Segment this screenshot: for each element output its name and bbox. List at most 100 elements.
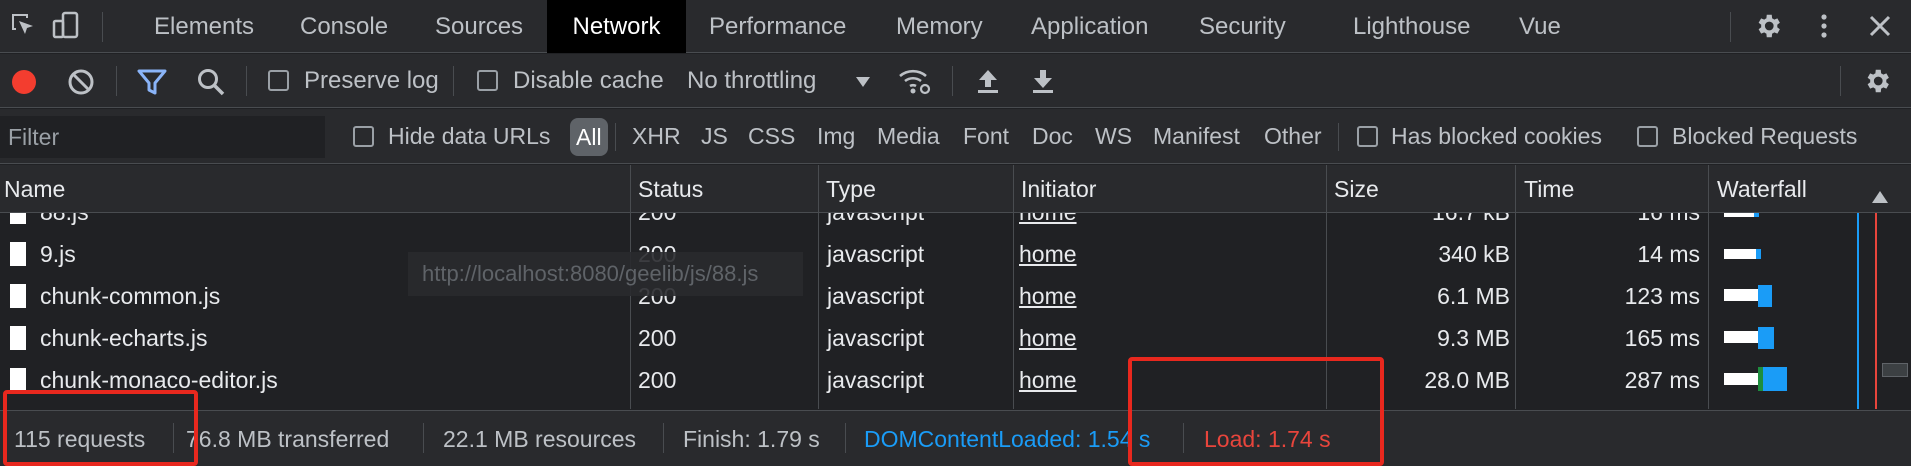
request-initiator[interactable]: home	[1019, 359, 1077, 401]
table-row[interactable]: 9.js 200 javascript home 340 kB 14 ms	[0, 233, 1880, 275]
filter-input[interactable]	[0, 116, 325, 158]
type-filter-font[interactable]: Font	[963, 109, 1009, 164]
inspect-element-icon[interactable]	[6, 8, 42, 44]
type-filter-xhr[interactable]: XHR	[632, 109, 681, 164]
column-divider	[1326, 165, 1327, 213]
column-header-time[interactable]: Time	[1520, 165, 1574, 213]
column-divider	[630, 165, 631, 213]
file-icon	[10, 242, 26, 266]
network-toolbar: Preserve log Disable cache No throttling	[0, 54, 1911, 108]
resources-size: 22.1 MB resources	[443, 426, 637, 452]
divider	[453, 66, 454, 96]
file-icon	[10, 326, 26, 350]
sort-ascending-icon[interactable]	[1872, 183, 1888, 209]
request-size: 340 kB	[1438, 241, 1510, 267]
type-filter-ws[interactable]: WS	[1095, 109, 1132, 164]
preserve-log-checkbox[interactable]	[268, 70, 289, 91]
table-row[interactable]: 88.js 200 javascript home 16.7 kB 16 ms	[0, 213, 1880, 233]
type-filter-media[interactable]: Media	[877, 109, 940, 164]
tab-console[interactable]: Console	[276, 0, 412, 53]
request-initiator[interactable]: home	[1019, 275, 1077, 317]
type-filter-other[interactable]: Other	[1264, 109, 1322, 164]
has-blocked-cookies-label: Has blocked cookies	[1391, 123, 1602, 149]
checkbox-box[interactable]	[477, 70, 498, 91]
tab-elements[interactable]: Elements	[130, 0, 278, 53]
table-row[interactable]: chunk-common.js 200 javascript home 6.1 …	[0, 275, 1880, 317]
waterfall-download-bar	[1763, 367, 1787, 391]
waterfall-download-bar	[1754, 213, 1759, 217]
url-tooltip: http://localhost:8080/geelib/js/88.js	[408, 252, 803, 296]
network-summary-bar: 115 requests 76.8 MB transferred 22.1 MB…	[0, 410, 1911, 466]
type-filter-img[interactable]: Img	[817, 109, 855, 164]
request-name[interactable]: chunk-echarts.js	[40, 317, 207, 359]
tab-sources[interactable]: Sources	[411, 0, 547, 53]
network-conditions-icon[interactable]	[897, 66, 933, 96]
settings-gear-icon[interactable]	[1750, 8, 1786, 44]
table-row[interactable]	[0, 401, 1880, 409]
request-type: javascript	[827, 241, 925, 267]
search-icon[interactable]	[196, 67, 226, 97]
chevron-down-icon[interactable]	[855, 76, 871, 88]
table-row[interactable]: chunk-echarts.js 200 javascript home 9.3…	[0, 317, 1880, 359]
filter-icon[interactable]	[137, 68, 167, 96]
column-header-waterfall[interactable]: Waterfall	[1713, 165, 1807, 213]
divider	[423, 423, 424, 453]
request-time: 165 ms	[1624, 325, 1700, 351]
type-filter-js[interactable]: JS	[701, 109, 728, 164]
divider	[663, 423, 664, 453]
waterfall-download-bar	[1758, 327, 1774, 349]
request-type: javascript	[827, 283, 925, 309]
disable-cache-checkbox[interactable]	[477, 70, 498, 91]
request-initiator[interactable]: home	[1019, 213, 1077, 233]
has-blocked-cookies-checkbox[interactable]	[1357, 126, 1378, 147]
scrollbar-thumb[interactable]	[1882, 363, 1908, 377]
divider	[246, 66, 247, 96]
table-row[interactable]: chunk-monaco-editor.js 200 javascript ho…	[0, 359, 1880, 401]
column-header-type[interactable]: Type	[822, 165, 876, 213]
blocked-requests-checkbox[interactable]	[1637, 126, 1658, 147]
tab-vue[interactable]: Vue	[1495, 0, 1585, 53]
column-header-name[interactable]: Name	[0, 165, 65, 213]
disable-cache-label: Disable cache	[513, 67, 664, 94]
column-header-status[interactable]: Status	[634, 165, 703, 213]
network-settings-gear-icon[interactable]	[1862, 66, 1892, 96]
tab-memory[interactable]: Memory	[872, 0, 1007, 53]
request-initiator[interactable]: home	[1019, 233, 1077, 275]
device-toolbar-icon[interactable]	[48, 8, 84, 44]
column-header-size[interactable]: Size	[1330, 165, 1379, 213]
column-header-initiator[interactable]: Initiator	[1017, 165, 1096, 213]
type-filter-manifest[interactable]: Manifest	[1153, 109, 1240, 164]
waterfall-download-bar	[1758, 285, 1772, 307]
checkbox-box[interactable]	[268, 70, 289, 91]
request-time: 14 ms	[1637, 241, 1700, 267]
tab-network[interactable]: Network	[547, 0, 686, 53]
tab-security[interactable]: Security	[1175, 0, 1310, 53]
tab-application[interactable]: Application	[1007, 0, 1172, 53]
requests-table-body: 88.js 200 javascript home 16.7 kB 16 ms …	[0, 213, 1911, 409]
tab-performance[interactable]: Performance	[685, 0, 870, 53]
throttling-select[interactable]: No throttling	[687, 67, 816, 95]
request-status: 200	[638, 325, 677, 351]
type-filter-doc[interactable]: Doc	[1032, 109, 1073, 164]
import-har-icon[interactable]	[975, 67, 1001, 95]
request-type: javascript	[827, 213, 924, 233]
export-har-icon[interactable]	[1030, 67, 1056, 95]
more-options-icon[interactable]	[1806, 8, 1842, 44]
request-name[interactable]: 88.js	[40, 213, 89, 233]
hide-data-urls-checkbox[interactable]	[353, 126, 374, 147]
request-name[interactable]: 9.js	[40, 233, 76, 275]
type-filter-css[interactable]: CSS	[748, 109, 795, 164]
request-status: 200	[638, 367, 677, 393]
clear-icon[interactable]	[67, 68, 95, 96]
request-initiator[interactable]: home	[1019, 317, 1077, 359]
divider	[1338, 123, 1339, 151]
request-name[interactable]: chunk-common.js	[40, 275, 220, 317]
waterfall-waiting-bar	[1724, 213, 1754, 217]
close-icon[interactable]	[1862, 8, 1898, 44]
tab-lighthouse[interactable]: Lighthouse	[1329, 0, 1494, 53]
record-button[interactable]	[11, 69, 37, 95]
column-divider	[1515, 165, 1516, 213]
type-filter-all[interactable]: All	[570, 118, 608, 156]
hide-data-urls-label: Hide data URLs	[388, 123, 551, 149]
finish-time: Finish: 1.79 s	[683, 426, 820, 452]
